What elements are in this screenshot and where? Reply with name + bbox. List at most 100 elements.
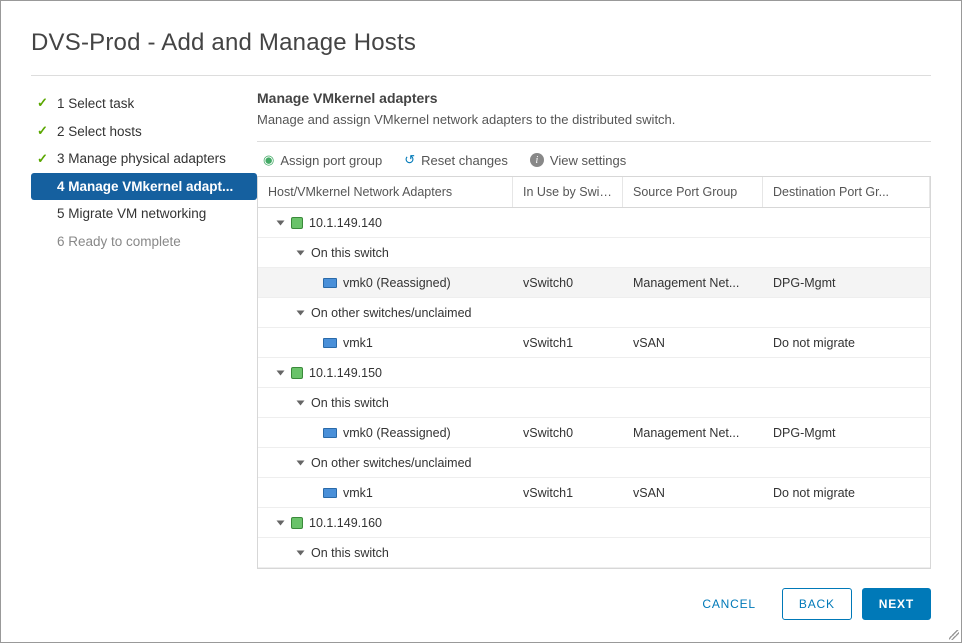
wizard-step-3[interactable]: ✓ 3 Manage physical adapters	[31, 145, 257, 173]
group-row[interactable]: On this switch	[258, 388, 930, 418]
toolbar: ◉ Assign port group ↺ Reset changes i Vi…	[257, 152, 931, 176]
row-label: vmk0 (Reassigned)	[343, 426, 451, 440]
cell-name: 10.1.149.150	[258, 360, 513, 386]
next-button[interactable]: NEXT	[862, 588, 931, 620]
expand-icon[interactable]	[277, 521, 285, 526]
step-label: 4 Manage VMkernel adapt...	[57, 176, 233, 198]
group-row[interactable]: On this switch	[258, 238, 930, 268]
wizard-step-6[interactable]: 6 Ready to complete	[31, 228, 257, 256]
wizard-step-1[interactable]: ✓ 1 Select task	[31, 90, 257, 118]
assign-port-group-button[interactable]: ◉ Assign port group	[263, 152, 382, 168]
cell-c2: vSwitch1	[513, 330, 623, 356]
col-adapters[interactable]: Host/VMkernel Network Adapters	[258, 177, 513, 207]
cell-name: vmk0 (Reassigned)	[258, 270, 513, 296]
reset-label: Reset changes	[421, 153, 508, 168]
cell-c2	[513, 457, 623, 469]
step-label: 3 Manage physical adapters	[57, 148, 226, 170]
cell-c4: Do not migrate	[763, 330, 930, 356]
cell-name: On this switch	[258, 540, 513, 566]
cell-c2: vSwitch1	[513, 480, 623, 506]
step-label: 1 Select task	[57, 93, 134, 115]
divider	[31, 75, 931, 76]
grid-body[interactable]: 10.1.149.140 On this switch vmk0 (Reassign…	[258, 208, 930, 568]
row-label: On this switch	[311, 396, 389, 410]
assign-label: Assign port group	[280, 153, 382, 168]
wizard-step-2[interactable]: ✓2 Select hosts	[31, 118, 257, 146]
expand-icon[interactable]	[297, 551, 305, 556]
row-label: vmk0 (Reassigned)	[343, 276, 451, 290]
cell-c2	[513, 547, 623, 559]
cell-c3	[623, 307, 763, 319]
adapter-row[interactable]: vmk0 (Reassigned)vSwitch0Management Net.…	[258, 418, 930, 448]
cell-c2: vSwitch0	[513, 420, 623, 446]
row-label: On this switch	[311, 546, 389, 560]
expand-icon[interactable]	[297, 461, 305, 466]
cell-c4: DPG-Mgmt	[763, 420, 930, 446]
group-row[interactable]: On other switches/unclaimed	[258, 448, 930, 478]
host-row[interactable]: 10.1.149.160	[258, 508, 930, 538]
cell-name: vmk0 (Reassigned)	[258, 420, 513, 446]
cell-c2	[513, 397, 623, 409]
col-in-use[interactable]: In Use by Switch	[513, 177, 623, 207]
cell-name: vmk1	[258, 480, 513, 506]
view-settings-button[interactable]: i View settings	[530, 152, 626, 168]
adapters-grid: Host/VMkernel Network Adapters In Use by…	[257, 176, 931, 569]
cancel-button[interactable]: CANCEL	[686, 588, 771, 620]
checkmark-icon: ✓	[37, 149, 51, 170]
expand-icon[interactable]	[277, 221, 285, 226]
cell-c3	[623, 457, 763, 469]
footer-buttons: CANCEL BACK NEXT	[686, 588, 931, 620]
cell-c3	[623, 517, 763, 529]
cell-name: vmk1	[258, 330, 513, 356]
reset-changes-button[interactable]: ↺ Reset changes	[404, 152, 508, 168]
back-button[interactable]: BACK	[782, 588, 852, 620]
dialog-title: DVS-Prod - Add and Manage Hosts	[31, 29, 931, 57]
vmkernel-icon	[323, 338, 337, 348]
adapter-row[interactable]: vmk1vSwitch1vSANDo not migrate	[258, 328, 930, 358]
cell-c2	[513, 367, 623, 379]
checkmark-icon: ✓	[37, 121, 51, 142]
group-row[interactable]: On other switches/unclaimed	[258, 298, 930, 328]
row-label: 10.1.149.140	[309, 216, 382, 230]
adapter-row[interactable]: vmk1vSwitch1vSANDo not migrate	[258, 478, 930, 508]
group-row[interactable]: On this switch	[258, 538, 930, 568]
step-label: 6 Ready to complete	[57, 231, 181, 253]
checkmark-icon: ✓	[37, 93, 51, 114]
wizard-step-5[interactable]: 5 Migrate VM networking	[31, 200, 257, 228]
vmkernel-icon	[323, 428, 337, 438]
cell-c4	[763, 307, 930, 319]
host-icon	[291, 517, 303, 529]
grid-header: Host/VMkernel Network Adapters In Use by…	[258, 177, 930, 208]
expand-icon[interactable]	[297, 401, 305, 406]
cell-c3	[623, 367, 763, 379]
cell-name: 10.1.149.160	[258, 510, 513, 536]
cell-c2	[513, 217, 623, 229]
resize-handle-icon[interactable]	[949, 630, 959, 640]
info-icon: i	[530, 153, 544, 167]
cell-c4	[763, 517, 930, 529]
host-row[interactable]: 10.1.149.140	[258, 208, 930, 238]
cell-c3	[623, 247, 763, 259]
panel-heading: Manage VMkernel adapters	[257, 90, 931, 106]
step-label: 5 Migrate VM networking	[57, 203, 206, 225]
vmkernel-icon	[323, 278, 337, 288]
wizard-step-4[interactable]: 4 Manage VMkernel adapt...	[31, 173, 257, 201]
expand-icon[interactable]	[297, 311, 305, 316]
cell-c4	[763, 247, 930, 259]
cell-c3	[623, 547, 763, 559]
wizard-steps: ✓1 Select task✓2 Select hosts✓3 Manage p…	[31, 90, 257, 569]
adapter-row[interactable]: vmk0 (Reassigned)vSwitch0Management Net.…	[258, 268, 930, 298]
cell-c2	[513, 247, 623, 259]
col-source-pg[interactable]: Source Port Group	[623, 177, 763, 207]
cell-c4: DPG-Mgmt	[763, 270, 930, 296]
view-label: View settings	[550, 153, 626, 168]
cell-c3: Management Net...	[623, 270, 763, 296]
expand-icon[interactable]	[277, 371, 285, 376]
row-label: On this switch	[311, 246, 389, 260]
host-row[interactable]: 10.1.149.150	[258, 358, 930, 388]
cell-name: On this switch	[258, 390, 513, 416]
cell-name: On other switches/unclaimed	[258, 450, 513, 476]
expand-icon[interactable]	[297, 251, 305, 256]
row-label: On other switches/unclaimed	[311, 306, 472, 320]
col-dest-pg[interactable]: Destination Port Gr...	[763, 177, 930, 207]
